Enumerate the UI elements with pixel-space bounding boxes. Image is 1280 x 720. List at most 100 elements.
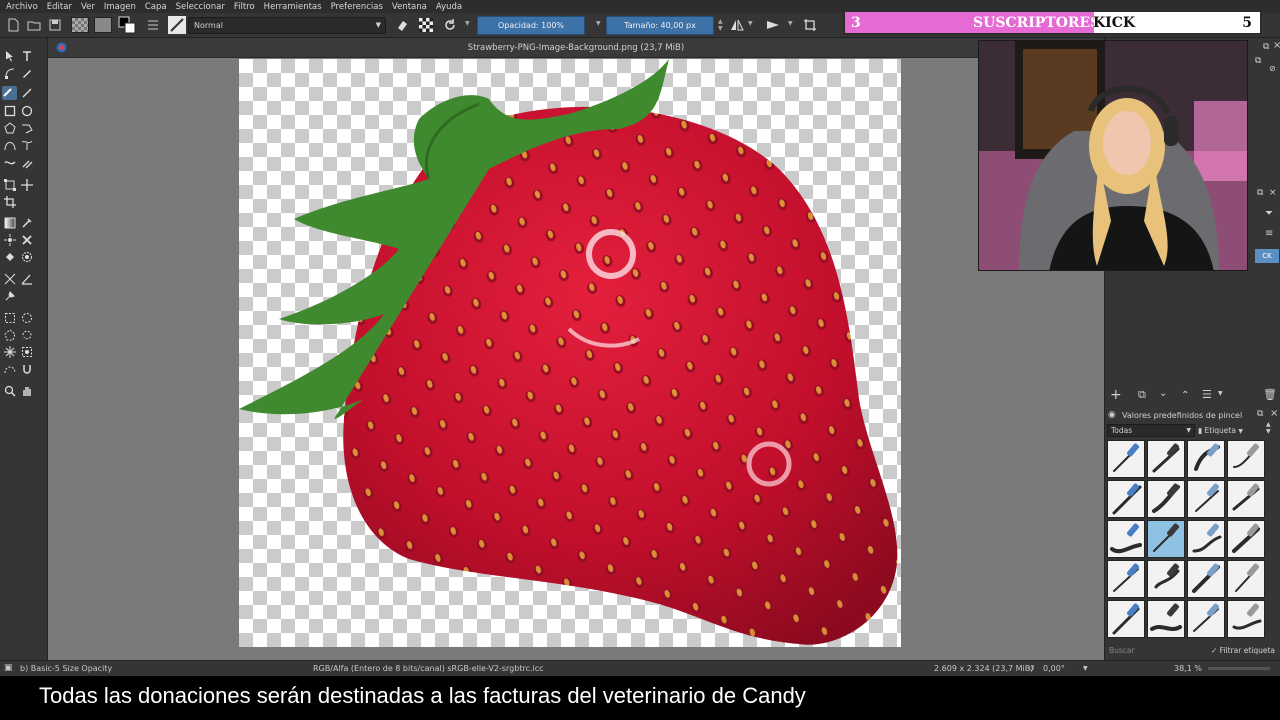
menu-ventana[interactable]: Ventana [392, 2, 427, 12]
brush-preset-status-icon[interactable]: ▣ [4, 661, 13, 676]
mirror-vertical-icon[interactable] [766, 18, 780, 32]
bezier-selection-tool-icon[interactable] [4, 363, 16, 375]
docker-float-icon[interactable]: ⧉ [1257, 188, 1263, 198]
move-tool-icon[interactable] [21, 179, 33, 191]
brush-preset-thumbnail[interactable] [1147, 560, 1185, 598]
text-tool-icon[interactable] [21, 50, 33, 62]
preset-filter-select[interactable]: Todas ▼ [1107, 424, 1195, 437]
gradient-swatch-icon[interactable] [94, 17, 112, 33]
preserve-alpha-icon[interactable] [419, 18, 433, 32]
multibrush-tool-icon[interactable] [21, 157, 33, 169]
new-document-icon[interactable] [6, 18, 20, 32]
opacity-slider[interactable]: Opacidad: 100% [477, 16, 585, 35]
chevron-down-icon[interactable]: ▼ [1083, 661, 1088, 676]
eraser-icon[interactable] [395, 18, 409, 32]
menu-seleccionar[interactable]: Seleccionar [176, 2, 225, 12]
elliptical-selection-tool-icon[interactable] [21, 312, 33, 324]
polygonal-selection-tool-icon[interactable] [4, 329, 16, 341]
reload-icon[interactable] [443, 18, 457, 32]
brush-preset-thumbnail[interactable] [1187, 520, 1225, 558]
brush-preset-thumbnail[interactable] [1187, 560, 1225, 598]
rectangle-tool-icon[interactable] [4, 105, 16, 117]
brush-preset-thumbnail[interactable] [1147, 480, 1185, 518]
zoom-tool-icon[interactable] [4, 385, 16, 397]
edit-shapes-tool-icon[interactable] [4, 67, 16, 79]
brush-preset-thumbnail[interactable] [1187, 600, 1225, 638]
magnetic-selection-tool-icon[interactable] [21, 363, 33, 375]
document-tab[interactable]: Strawberry-PNG-Image-Background.png (23,… [48, 38, 1104, 58]
menu-imagen[interactable]: Imagen [104, 2, 136, 12]
layer-properties-icon[interactable]: ☰ [1202, 388, 1212, 401]
filter-tag-checkbox[interactable]: ✓ Filtrar etiqueta [1211, 644, 1280, 657]
freehand-selection-tool-icon[interactable] [21, 329, 33, 341]
chevron-down-icon[interactable]: ▼ [465, 20, 470, 27]
polygon-tool-icon[interactable] [4, 122, 16, 134]
rotation-icon[interactable]: ↺ [1028, 661, 1035, 676]
close-icon[interactable]: × [1269, 188, 1277, 198]
blend-mode-select[interactable]: Normal ▼ [188, 17, 386, 34]
menu-preferencias[interactable]: Preferencias [331, 2, 383, 12]
lock-icon[interactable]: ◉ [1108, 410, 1116, 420]
brush-preset-thumbnail[interactable] [1227, 480, 1265, 518]
menu-ayuda[interactable]: Ayuda [436, 2, 462, 12]
no-entry-icon[interactable]: ⊘ [1269, 64, 1276, 73]
contiguous-selection-tool-icon[interactable] [4, 346, 16, 358]
assistant-tool-icon[interactable] [4, 273, 16, 285]
brush-preset-thumbnail[interactable] [1227, 560, 1265, 598]
chevron-down-icon[interactable]: ▼ [1218, 390, 1223, 397]
ellipse-tool-icon[interactable] [21, 105, 33, 117]
brush-preset-thumbnail[interactable] [1107, 600, 1145, 638]
size-slider[interactable]: Tamaño: 40,00 px [606, 16, 714, 35]
tag-button[interactable]: ▮ Etiqueta ▼ [1198, 424, 1260, 437]
polyline-tool-icon[interactable] [21, 122, 33, 134]
smart-patch-tool-icon[interactable] [21, 234, 33, 246]
preset-search-input[interactable]: Buscar [1107, 644, 1207, 657]
menu-capa[interactable]: Capa [145, 2, 167, 12]
brush-preset-thumbnail[interactable] [1107, 560, 1145, 598]
reference-images-tool-icon[interactable] [4, 290, 16, 302]
pattern-swatch-icon[interactable] [71, 17, 89, 33]
chevron-down-icon[interactable]: ▼ [748, 20, 753, 27]
brush-preset-thumbnail[interactable] [1187, 440, 1225, 478]
menu-icon[interactable]: ≡ [1265, 228, 1273, 239]
enclose-fill-tool-icon[interactable] [21, 251, 33, 263]
move-layer-down-icon[interactable]: ⌄ [1159, 388, 1167, 399]
delete-layer-icon[interactable]: 🗑 [1263, 388, 1277, 401]
brush-preset-thumbnail[interactable] [1107, 440, 1145, 478]
calligraphy-tool-icon[interactable] [21, 67, 33, 79]
crop-wrap-icon[interactable] [803, 18, 817, 32]
similar-color-selection-tool-icon[interactable] [21, 346, 33, 358]
chevron-down-icon[interactable]: ▼ [788, 20, 793, 27]
docker-float-icon[interactable]: ⧉ [1263, 42, 1269, 52]
open-folder-icon[interactable] [27, 18, 41, 32]
fill-tool-icon[interactable] [4, 251, 16, 263]
color-picker-tool-icon[interactable] [21, 217, 33, 229]
brush-preset-thumbnail[interactable] [1227, 520, 1265, 558]
measure-tool-icon[interactable] [21, 273, 33, 285]
bezier-tool-icon[interactable] [4, 139, 16, 151]
brush-preset-icon[interactable] [168, 16, 186, 34]
crop-tool-icon[interactable] [4, 196, 16, 208]
gradient-tool-icon[interactable] [4, 217, 16, 229]
rectangular-selection-tool-icon[interactable] [4, 312, 16, 324]
dynamic-brush-tool-icon[interactable] [4, 157, 16, 169]
chevron-down-icon[interactable]: ▼ [596, 20, 601, 27]
brush-preset-thumbnail[interactable] [1187, 480, 1225, 518]
spin-arrows-icon[interactable]: ▲ ▼ [718, 18, 723, 32]
freehand-path-tool-icon[interactable] [21, 139, 33, 151]
docker-float-icon[interactable]: ⧉ [1257, 409, 1263, 419]
add-layer-icon[interactable]: + [1110, 387, 1122, 403]
freehand-brush-tool-icon[interactable] [2, 86, 17, 100]
mirror-horizontal-icon[interactable] [730, 18, 744, 32]
zoom-slider[interactable] [1208, 667, 1270, 670]
brush-preset-thumbnail[interactable] [1147, 440, 1185, 478]
menu-ver[interactable]: Ver [81, 2, 95, 12]
pan-tool-icon[interactable] [21, 385, 33, 397]
brush-preset-thumbnail[interactable] [1107, 520, 1145, 558]
brush-settings-icon[interactable] [146, 18, 160, 32]
duplicate-layer-icon[interactable]: ⧉ [1138, 388, 1146, 402]
menu-editar[interactable]: Editar [47, 2, 72, 12]
brush-preset-thumbnail[interactable] [1107, 480, 1145, 518]
brush-preset-thumbnail[interactable] [1227, 600, 1265, 638]
select-shapes-tool-icon[interactable] [4, 50, 16, 62]
